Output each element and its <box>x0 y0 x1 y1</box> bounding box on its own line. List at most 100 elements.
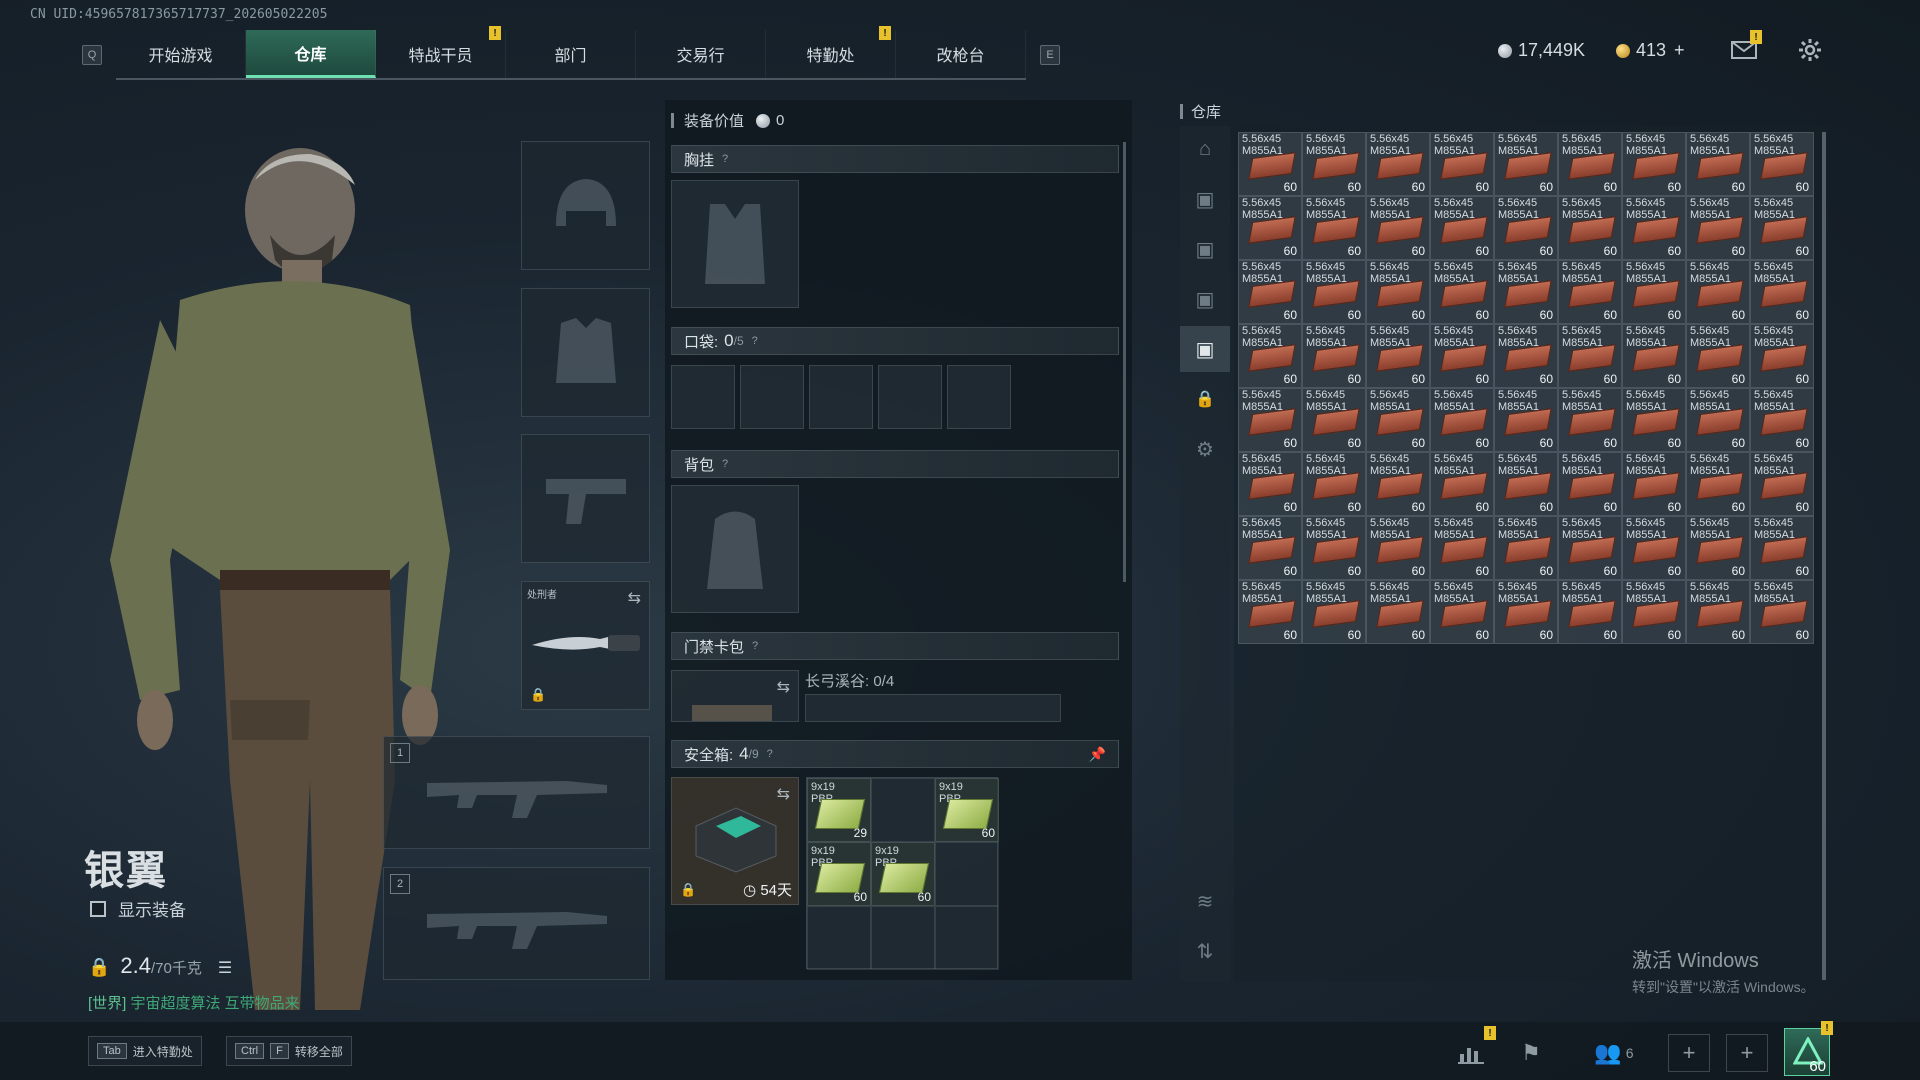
warehouse-ammo-item[interactable]: 5.56x45 M855A1 60 <box>1494 324 1558 388</box>
safebox-empty-cell[interactable] <box>807 906 871 970</box>
warehouse-ammo-item[interactable]: 5.56x45 M855A1 60 <box>1558 324 1622 388</box>
warehouse-ammo-item[interactable]: 5.56x45 M855A1 60 <box>1366 324 1430 388</box>
warehouse-ammo-item[interactable]: 5.56x45 M855A1 60 <box>1302 388 1366 452</box>
pocket-slot[interactable] <box>947 365 1011 429</box>
gold-add-button[interactable]: + <box>1674 40 1685 61</box>
player-level-badge[interactable]: ! 60 <box>1784 1021 1833 1076</box>
help-icon[interactable]: ? <box>767 748 773 760</box>
help-icon[interactable]: ? <box>722 458 728 470</box>
warehouse-ammo-item[interactable]: 5.56x45 M855A1 60 <box>1366 196 1430 260</box>
warehouse-ammo-item[interactable]: 5.56x45 M855A1 60 <box>1750 132 1814 196</box>
sort-icon[interactable]: ⇅ <box>1180 928 1230 974</box>
safebox-empty-cell[interactable] <box>935 842 999 906</box>
pistol-slot[interactable] <box>521 434 650 563</box>
warehouse-ammo-item[interactable]: 5.56x45 M855A1 60 <box>1750 452 1814 516</box>
pocket-slot[interactable] <box>809 365 873 429</box>
layers-icon[interactable]: ≋ <box>1180 878 1230 924</box>
warehouse-ammo-item[interactable]: 5.56x45 M855A1 60 <box>1366 132 1430 196</box>
warehouse-ammo-item[interactable]: 5.56x45 M855A1 60 <box>1558 260 1622 324</box>
warehouse-ammo-item[interactable]: 5.56x45 M855A1 60 <box>1366 260 1430 324</box>
warehouse-tab-box-icon[interactable]: ▣ <box>1180 326 1230 372</box>
warehouse-ammo-item[interactable]: 5.56x45 M855A1 60 <box>1430 388 1494 452</box>
warehouse-ammo-item[interactable]: 5.56x45 M855A1 60 <box>1302 132 1366 196</box>
warehouse-ammo-item[interactable]: 5.56x45 M855A1 60 <box>1622 580 1686 644</box>
warehouse-ammo-item[interactable]: 5.56x45 M855A1 60 <box>1494 516 1558 580</box>
enter-special-ops-hint[interactable]: Tab 进入特勤处 <box>88 1036 202 1066</box>
warehouse-tab-lock-icon[interactable]: 🔒 <box>1180 376 1230 422</box>
pin-icon[interactable]: 📌 <box>1089 746 1106 763</box>
safebox-ammo-item[interactable]: 9x19PBP29 <box>807 778 871 842</box>
primary-weapon-slot[interactable]: 1 <box>383 736 650 849</box>
warehouse-ammo-item[interactable]: 5.56x45 M855A1 60 <box>1622 196 1686 260</box>
warehouse-ammo-item[interactable]: 5.56x45 M855A1 60 <box>1622 388 1686 452</box>
warehouse-ammo-item[interactable]: 5.56x45 M855A1 60 <box>1622 324 1686 388</box>
help-icon[interactable]: ? <box>752 335 758 347</box>
mail-icon[interactable]: ! <box>1730 30 1762 62</box>
flag-icon[interactable]: ⚑ <box>1510 1034 1552 1072</box>
warehouse-ammo-item[interactable]: 5.56x45 M855A1 60 <box>1750 196 1814 260</box>
world-chat-message[interactable]: [世界] 宇宙超度算法 互带物品来 <box>88 992 300 1013</box>
keycard-slots[interactable] <box>805 694 1061 722</box>
add-squad-slot-button[interactable]: + <box>1668 1034 1710 1072</box>
nav-tab[interactable]: 特战干员! <box>376 26 506 78</box>
warehouse-ammo-item[interactable]: 5.56x45 M855A1 60 <box>1750 580 1814 644</box>
warehouse-ammo-item[interactable]: 5.56x45 M855A1 60 <box>1750 324 1814 388</box>
warehouse-ammo-item[interactable]: 5.56x45 M855A1 60 <box>1686 516 1750 580</box>
gear-scrollbar[interactable] <box>1123 142 1126 582</box>
pocket-slot[interactable] <box>671 365 735 429</box>
safebox-empty-cell[interactable] <box>871 778 935 842</box>
warehouse-ammo-item[interactable]: 5.56x45 M855A1 60 <box>1686 324 1750 388</box>
warehouse-ammo-item[interactable]: 5.56x45 M855A1 60 <box>1494 260 1558 324</box>
warehouse-ammo-item[interactable]: 5.56x45 M855A1 60 <box>1686 132 1750 196</box>
warehouse-tab-box-icon[interactable]: ▣ <box>1180 226 1230 272</box>
warehouse-ammo-item[interactable]: 5.56x45 M855A1 60 <box>1302 324 1366 388</box>
warehouse-ammo-item[interactable]: 5.56x45 M855A1 60 <box>1494 132 1558 196</box>
warehouse-ammo-item[interactable]: 5.56x45 M855A1 60 <box>1366 580 1430 644</box>
warehouse-ammo-item[interactable]: 5.56x45 M855A1 60 <box>1558 580 1622 644</box>
add-squad-slot-button[interactable]: + <box>1726 1034 1768 1072</box>
warehouse-ammo-item[interactable]: 5.56x45 M855A1 60 <box>1430 260 1494 324</box>
warehouse-ammo-item[interactable]: 5.56x45 M855A1 60 <box>1430 516 1494 580</box>
warehouse-ammo-item[interactable]: 5.56x45 M855A1 60 <box>1558 132 1622 196</box>
nav-tab[interactable]: 开始游戏 <box>116 30 246 78</box>
warehouse-ammo-item[interactable]: 5.56x45 M855A1 60 <box>1558 516 1622 580</box>
nav-next-key[interactable]: E <box>1040 45 1060 65</box>
warehouse-ammo-item[interactable]: 5.56x45 M855A1 60 <box>1366 516 1430 580</box>
safebox-ammo-item[interactable]: 9x19PBP60 <box>935 778 999 842</box>
warehouse-ammo-item[interactable]: 5.56x45 M855A1 60 <box>1238 196 1302 260</box>
warehouse-tab-all-icon[interactable]: ⌂ <box>1180 126 1230 172</box>
nav-tab[interactable]: 仓库 <box>246 30 376 78</box>
warehouse-ammo-item[interactable]: 5.56x45 M855A1 60 <box>1430 452 1494 516</box>
warehouse-ammo-item[interactable]: 5.56x45 M855A1 60 <box>1366 452 1430 516</box>
friends-button[interactable]: 👥 6 <box>1584 1034 1644 1072</box>
warehouse-ammo-item[interactable]: 5.56x45 M855A1 60 <box>1238 516 1302 580</box>
swap-icon[interactable]: ⇆ <box>628 588 641 608</box>
backpack-slot[interactable] <box>671 485 799 613</box>
move-all-hint[interactable]: Ctrl F 转移全部 <box>226 1036 352 1066</box>
warehouse-ammo-item[interactable]: 5.56x45 M855A1 60 <box>1622 516 1686 580</box>
list-icon[interactable]: ☰ <box>218 958 232 978</box>
warehouse-ammo-item[interactable]: 5.56x45 M855A1 60 <box>1238 452 1302 516</box>
warehouse-ammo-item[interactable]: 5.56x45 M855A1 60 <box>1686 260 1750 324</box>
safebox-ammo-item[interactable]: 9x19PBP60 <box>871 842 935 906</box>
warehouse-ammo-item[interactable]: 5.56x45 M855A1 60 <box>1430 196 1494 260</box>
warehouse-settings-icon[interactable]: ⚙ <box>1180 426 1230 472</box>
show-equipment-checkbox[interactable] <box>90 900 106 917</box>
safebox-empty-cell[interactable] <box>935 906 999 970</box>
warehouse-ammo-item[interactable]: 5.56x45 M855A1 60 <box>1686 580 1750 644</box>
warehouse-ammo-item[interactable]: 5.56x45 M855A1 60 <box>1622 132 1686 196</box>
warehouse-ammo-item[interactable]: 5.56x45 M855A1 60 <box>1302 260 1366 324</box>
warehouse-ammo-item[interactable]: 5.56x45 M855A1 60 <box>1494 196 1558 260</box>
warehouse-ammo-item[interactable]: 5.56x45 M855A1 60 <box>1430 324 1494 388</box>
warehouse-ammo-item[interactable]: 5.56x45 M855A1 60 <box>1558 196 1622 260</box>
warehouse-ammo-item[interactable]: 5.56x45 M855A1 60 <box>1750 388 1814 452</box>
warehouse-ammo-item[interactable]: 5.56x45 M855A1 60 <box>1686 452 1750 516</box>
warehouse-ammo-item[interactable]: 5.56x45 M855A1 60 <box>1494 388 1558 452</box>
warehouse-ammo-item[interactable]: 5.56x45 M855A1 60 <box>1238 580 1302 644</box>
warehouse-ammo-item[interactable]: 5.56x45 M855A1 60 <box>1366 388 1430 452</box>
safebox-slot[interactable]: ⇆ 🔒 ◷ 54天 <box>671 777 799 905</box>
help-icon[interactable]: ? <box>722 153 728 165</box>
pocket-slot[interactable] <box>878 365 942 429</box>
show-equipment-toggle[interactable]: 显示装备 <box>90 896 186 921</box>
gear-icon[interactable] <box>1796 38 1824 62</box>
